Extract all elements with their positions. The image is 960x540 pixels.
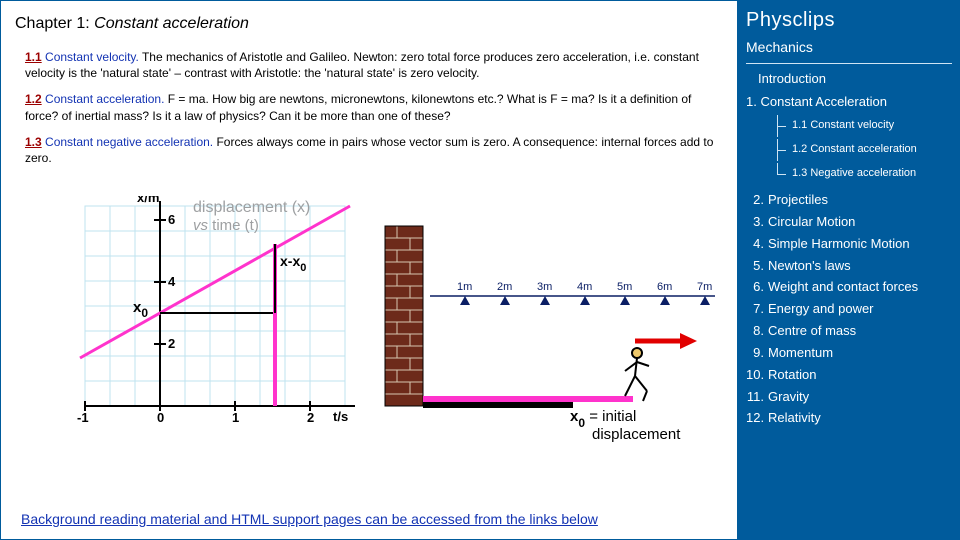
toc-name: Constant velocity.	[45, 50, 139, 64]
nav-subitem[interactable]: 1.1 Constant velocity	[774, 115, 952, 137]
sidebar: Physclips Mechanics Introduction 1. Cons…	[738, 0, 960, 540]
svg-text:2: 2	[307, 410, 314, 425]
nav-current-chapter[interactable]: 1. Constant Acceleration	[746, 93, 952, 112]
chapter-title: Chapter 1: Constant acceleration	[15, 15, 723, 33]
svg-text:vs time (t): vs time (t)	[193, 217, 259, 234]
svg-text:6m: 6m	[657, 281, 672, 293]
toc-entry: 1.1 Constant velocity. The mechanics of …	[25, 49, 723, 81]
nav-chapter[interactable]: 10.Rotation	[746, 366, 952, 385]
nav-chapter[interactable]: 12.Relativity	[746, 409, 952, 428]
site-logo: Physclips	[746, 6, 952, 35]
divider	[746, 63, 952, 64]
toc-name: Constant acceleration.	[45, 92, 164, 106]
chapter-prefix: Chapter 1:	[15, 15, 94, 32]
nav-intro[interactable]: Introduction	[758, 70, 952, 89]
svg-text:2m: 2m	[497, 281, 512, 293]
toc-link[interactable]: 1.3	[25, 135, 42, 149]
support-pages-link[interactable]: Background reading material and HTML sup…	[21, 511, 598, 527]
svg-text:x/m: x/m	[137, 196, 159, 205]
nav-chapter[interactable]: 9.Momentum	[746, 344, 952, 363]
svg-text:4: 4	[168, 274, 176, 289]
nav-subitem[interactable]: 1.2 Constant acceleration	[774, 139, 952, 161]
nav-chapter[interactable]: 5.Newton's laws	[746, 257, 952, 276]
nav-chapter[interactable]: 2.Projectiles	[746, 191, 952, 210]
nav-chapter[interactable]: 3.Circular Motion	[746, 213, 952, 232]
nav-chapter[interactable]: 7.Energy and power	[746, 300, 952, 319]
svg-text:5m: 5m	[617, 281, 632, 293]
svg-text:0: 0	[157, 410, 164, 425]
svg-text:3m: 3m	[537, 281, 552, 293]
nav-chapter[interactable]: 6.Weight and contact forces	[746, 278, 952, 297]
toc-entry: 1.3 Constant negative acceleration. Forc…	[25, 134, 723, 166]
nav-subitem[interactable]: 1.3 Negative acceleration	[774, 163, 952, 185]
site-section: Mechanics	[746, 37, 952, 57]
toc-name: Constant negative acceleration.	[45, 135, 213, 149]
nav-chapter[interactable]: 4.Simple Harmonic Motion	[746, 235, 952, 254]
svg-text:4m: 4m	[577, 281, 592, 293]
nav-chapter[interactable]	[746, 431, 952, 450]
svg-text:-1: -1	[77, 410, 89, 425]
svg-text:1: 1	[232, 410, 239, 425]
nav-chapter[interactable]: 11.Gravity	[746, 388, 952, 407]
main-content: Chapter 1: Constant acceleration 1.1 Con…	[0, 0, 738, 540]
svg-text:2: 2	[168, 336, 175, 351]
svg-text:6: 6	[168, 212, 175, 227]
toc-entry: 1.2 Constant acceleration. F = ma. How b…	[25, 91, 723, 123]
svg-text:t/s: t/s	[333, 409, 348, 424]
nav-chapter[interactable]: 8.Centre of mass	[746, 322, 952, 341]
nav-subtree: 1.1 Constant velocity 1.2 Constant accel…	[774, 115, 952, 185]
chapter-number: 1.	[746, 94, 757, 109]
svg-text:displacement (x): displacement (x)	[193, 199, 310, 216]
chapter-name: Constant acceleration	[94, 15, 249, 32]
svg-text:7m: 7m	[697, 281, 712, 293]
toc-link[interactable]: 1.2	[25, 92, 42, 106]
svg-text:displacement: displacement	[592, 426, 681, 443]
figure: x/m t/s displacement (x) vs time (t) 6 4…	[65, 196, 738, 456]
chapter-label: Constant Acceleration	[760, 94, 886, 109]
svg-text:1m: 1m	[457, 281, 472, 293]
toc-link[interactable]: 1.1	[25, 50, 42, 64]
